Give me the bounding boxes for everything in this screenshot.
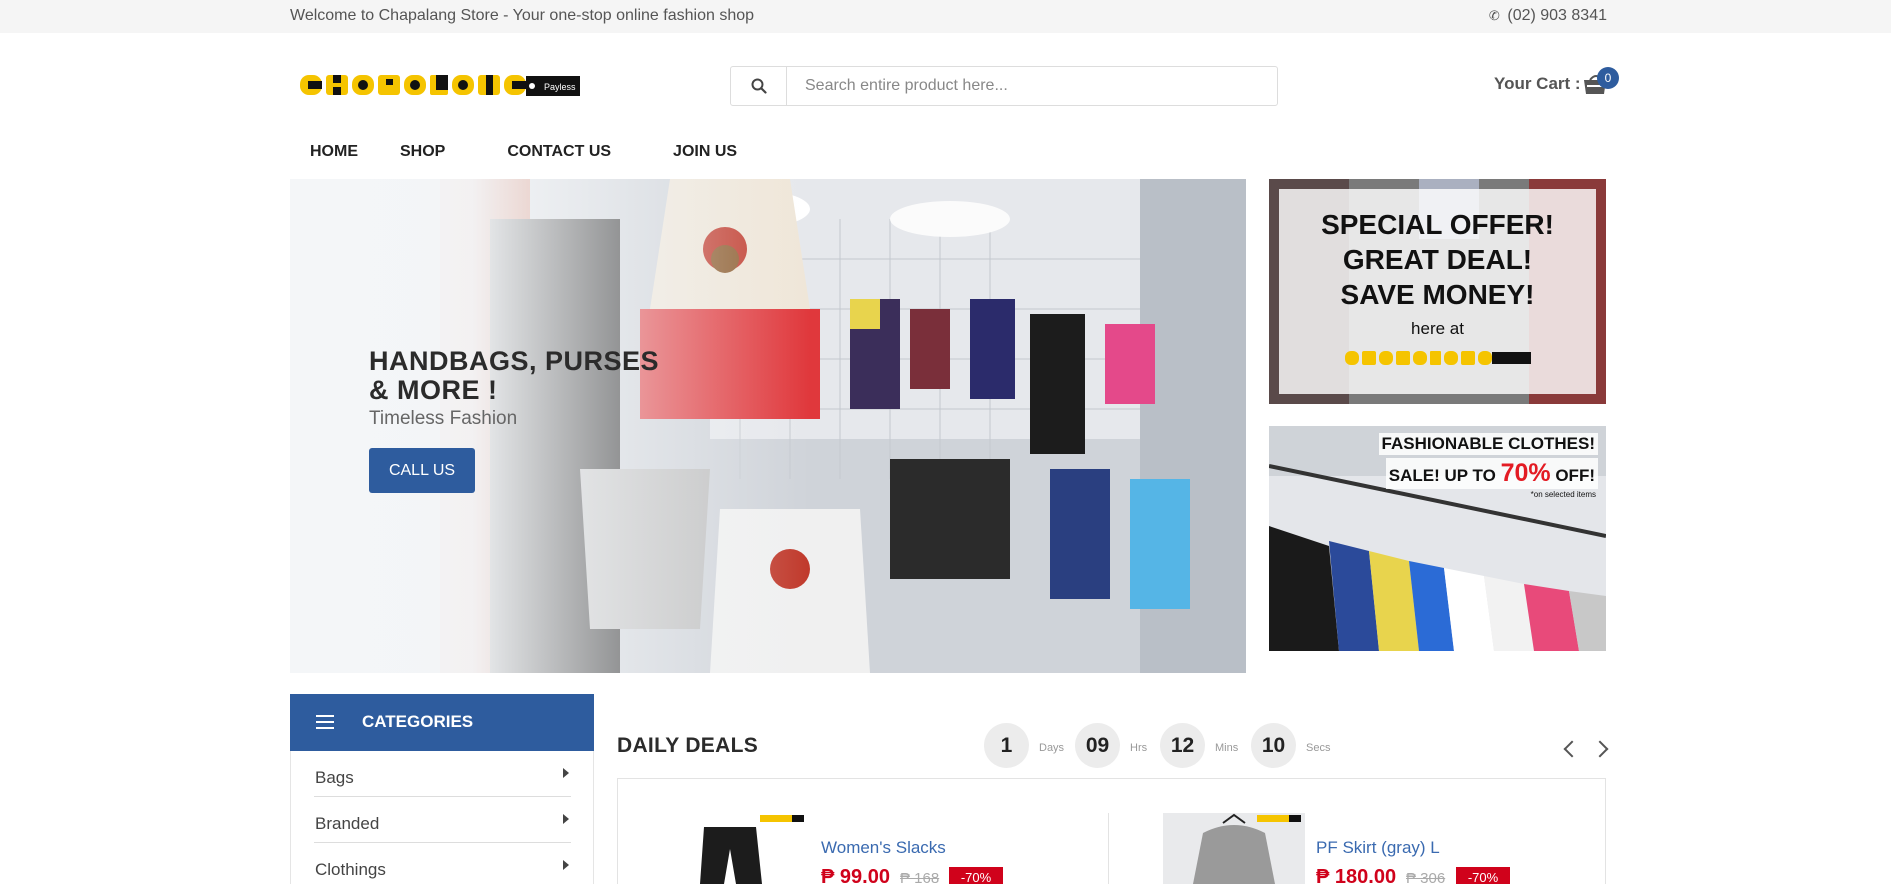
- phone-number: (02) 903 8341: [1507, 7, 1607, 24]
- daily-deals-title: DAILY DEALS: [617, 734, 758, 757]
- chevron-right-icon[interactable]: [1591, 740, 1609, 758]
- top-bar: Welcome to Chapalang Store - Your one-st…: [0, 0, 1891, 33]
- sale-prefix: SALE! UP TO: [1388, 466, 1501, 485]
- site-logo[interactable]: Payless: [300, 73, 580, 99]
- countdown-seconds: 10: [1251, 723, 1296, 768]
- offer-line-3: SAVE MONEY!: [1340, 279, 1535, 310]
- cart-count-badge: 0: [1597, 67, 1619, 89]
- sale-line-1: FASHIONABLE CLOTHES!: [1378, 433, 1598, 455]
- caret-right-icon: [563, 814, 569, 824]
- discount-badge: -70%: [1456, 867, 1510, 884]
- countdown-minutes-label: Mins: [1215, 742, 1239, 754]
- countdown-days: 1: [984, 723, 1029, 768]
- search-button[interactable]: [731, 67, 787, 105]
- offer-line-4: here at: [1411, 319, 1464, 338]
- nav-join-us[interactable]: JOIN US: [653, 143, 737, 167]
- welcome-text: Welcome to Chapalang Store - Your one-st…: [290, 7, 755, 24]
- chevron-left-icon[interactable]: [1563, 740, 1581, 758]
- phone-icon: ✆: [1488, 8, 1500, 23]
- hero-fade-overlay: [290, 179, 810, 673]
- hero-title: HANDBAGS, PURSES & MORE !: [369, 346, 660, 405]
- countdown-hours-label: Hrs: [1130, 742, 1148, 754]
- phone-contact[interactable]: ✆ (02) 903 8341: [1489, 7, 1607, 25]
- sale-suffix: OFF!: [1550, 466, 1595, 485]
- cart-label[interactable]: Your Cart :: [1494, 74, 1581, 94]
- categories-list: Bags Branded Clothings: [290, 751, 594, 884]
- product-old-price: ₱ 306: [1406, 870, 1446, 884]
- category-item-branded[interactable]: Branded: [314, 797, 571, 843]
- sale-percent: 70%: [1500, 459, 1551, 487]
- product-name-link[interactable]: PF Skirt (gray) L: [1316, 838, 1440, 858]
- sale-line-2: SALE! UP TO 70% OFF!: [1385, 458, 1598, 489]
- countdown-days-label: Days: [1039, 742, 1065, 754]
- category-item-bags[interactable]: Bags: [314, 751, 571, 797]
- hero-subtitle: Timeless Fashion: [369, 408, 518, 429]
- search-input[interactable]: [787, 67, 1275, 105]
- menu-icon: [316, 715, 334, 729]
- logo-tagline: Payless: [544, 82, 576, 92]
- categories-title: CATEGORIES: [362, 712, 474, 731]
- nav-contact-us[interactable]: CONTACT US: [487, 143, 611, 167]
- countdown-minutes: 12: [1160, 723, 1205, 768]
- product-price: ₱ 180.00: [1316, 866, 1397, 884]
- sale-note: *on selected items: [1530, 490, 1596, 499]
- product-price: ₱ 99.00: [821, 866, 890, 884]
- offer-line-1: SPECIAL OFFER!: [1321, 209, 1554, 240]
- search-icon: [751, 78, 767, 94]
- product-name-link[interactable]: Women's Slacks: [821, 838, 946, 858]
- nav-shop[interactable]: SHOP: [380, 143, 445, 167]
- countdown-hours: 09: [1075, 723, 1120, 768]
- offer-line-2: GREAT DEAL!: [1342, 244, 1533, 275]
- countdown-seconds-label: Secs: [1306, 742, 1331, 754]
- product-divider: [1108, 813, 1109, 884]
- call-us-button[interactable]: CALL US: [369, 448, 475, 493]
- category-label: Clothings: [315, 860, 386, 879]
- category-item-clothings[interactable]: Clothings: [314, 843, 571, 884]
- categories-header[interactable]: CATEGORIES: [290, 694, 594, 751]
- banner-logo: [1345, 351, 1531, 365]
- category-label: Bags: [315, 768, 354, 787]
- discount-badge: -70%: [949, 867, 1003, 884]
- category-label: Branded: [315, 814, 380, 833]
- search-bar: [730, 66, 1278, 106]
- nav-home[interactable]: HOME: [290, 143, 358, 167]
- special-offer-banner[interactable]: SPECIAL OFFER! GREAT DEAL! SAVE MONEY! h…: [1269, 179, 1606, 404]
- hero-banner[interactable]: HANDBAGS, PURSES & MORE ! Timeless Fashi…: [290, 179, 1246, 673]
- caret-right-icon: [563, 768, 569, 778]
- product-image-slacks[interactable]: [696, 813, 808, 884]
- sale-banner[interactable]: FASHIONABLE CLOTHES! SALE! UP TO 70% OFF…: [1269, 426, 1606, 651]
- main-nav: HOME SHOP CONTACT US JOIN US: [290, 143, 779, 167]
- product-old-price: ₱ 168: [900, 870, 940, 884]
- caret-right-icon: [563, 860, 569, 870]
- product-image-skirt[interactable]: [1163, 813, 1305, 884]
